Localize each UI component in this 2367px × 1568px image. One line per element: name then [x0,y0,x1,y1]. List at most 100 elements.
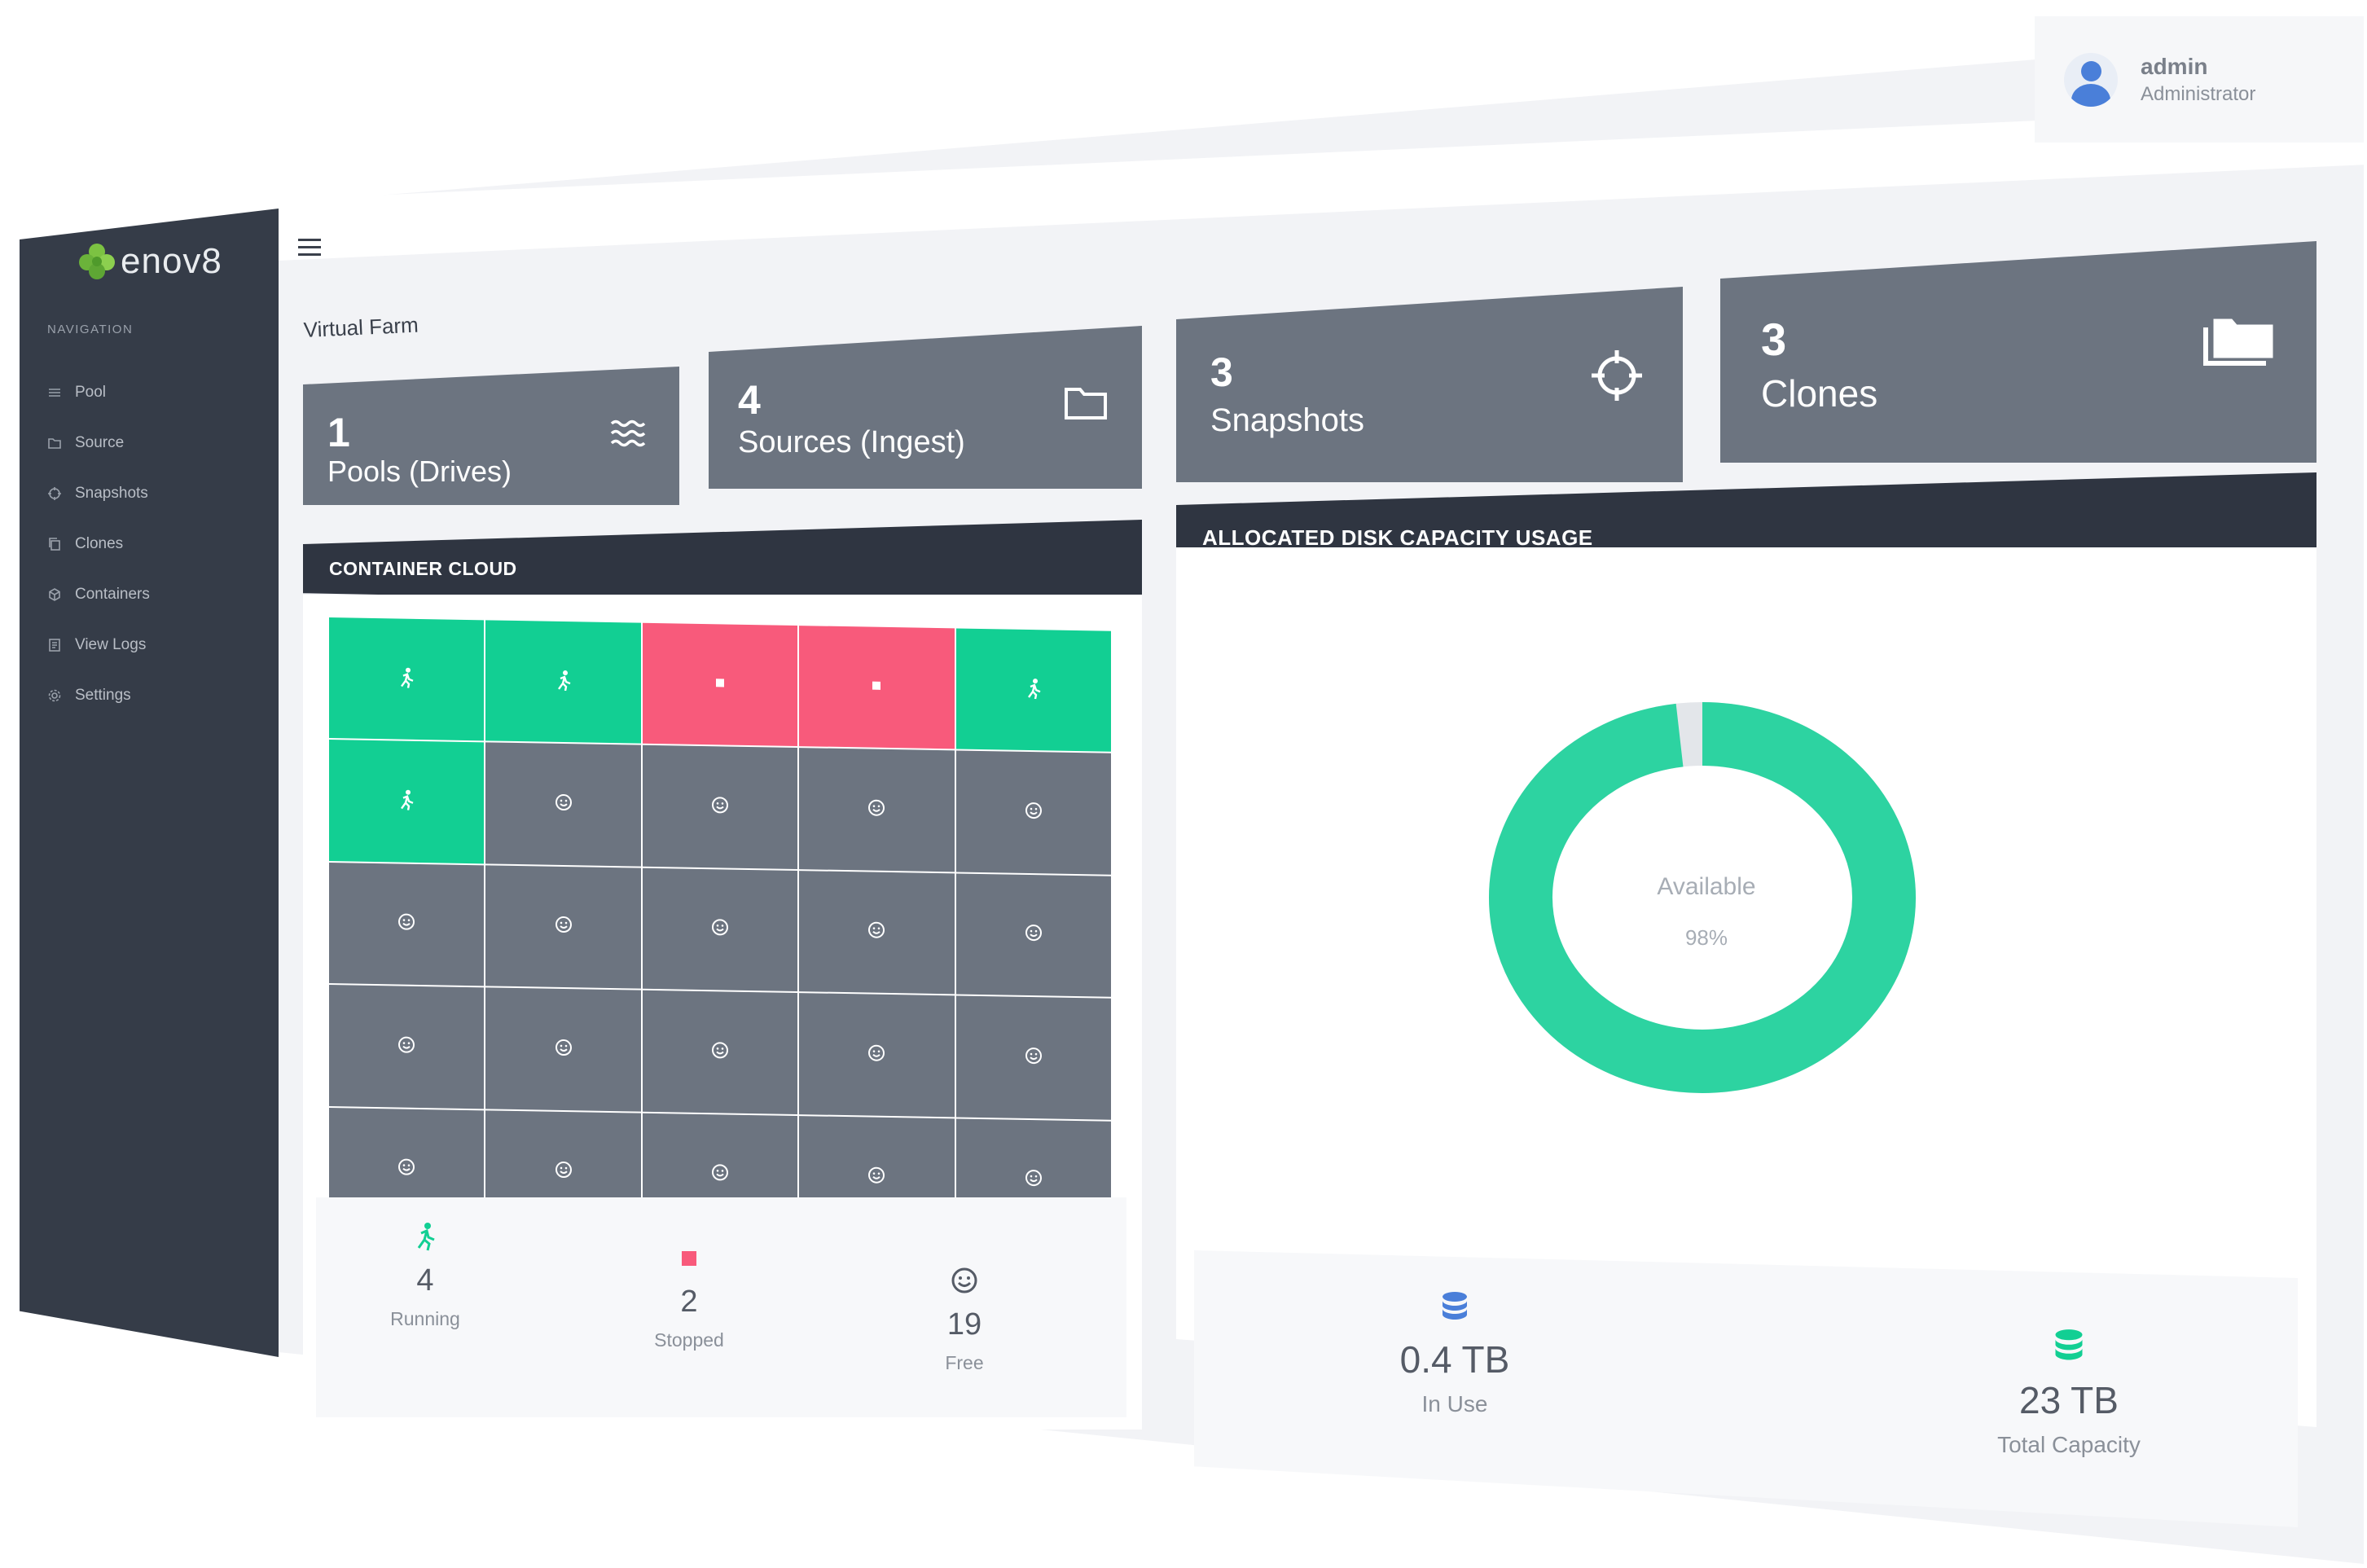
gear-icon [47,688,62,703]
crosshair-icon [47,486,62,501]
stat-value: 1 [327,410,350,455]
container-cell-free[interactable] [799,870,955,995]
sidebar-item-label: Settings [75,687,131,704]
database-icon [2055,1329,2083,1360]
smiley-icon [553,914,574,939]
sidebar-item-label: View Logs [75,636,147,653]
list-icon [47,385,62,400]
folder-icon [47,436,62,450]
stop-icon [682,1251,696,1266]
smiley-icon [866,1165,887,1190]
stat-label: Pools (Drives) [327,455,512,488]
legend-count: 2 [680,1285,698,1319]
container-cell-running[interactable] [329,740,485,864]
log-icon [47,638,62,652]
legend-label: Running [390,1308,460,1329]
stat-card-sources[interactable]: 4 Sources (Ingest) [709,326,1142,489]
database-icon [1443,1292,1467,1320]
smiley-icon [553,1159,574,1184]
container-cell-free[interactable] [799,993,955,1117]
smiley-icon [396,911,417,937]
container-cell-running[interactable] [485,620,641,744]
legend-label: Stopped [654,1329,724,1351]
folders-icon [2201,316,2276,371]
smiley-icon [709,1162,731,1187]
donut-center-label: Available [1657,873,1756,900]
donut-center-value: 98% [1684,925,1728,950]
brand-name: enov8 [121,241,222,281]
folder-icon [1064,384,1108,424]
sidebar-item-view-logs[interactable]: View Logs [47,620,150,670]
container-cell-free[interactable] [642,745,798,869]
running-icon [396,789,417,815]
smiley-icon [1023,800,1044,825]
user-menu[interactable]: admin Administrator [2035,16,2364,143]
panel-title: CONTAINER CLOUD [329,557,517,579]
container-cell-free[interactable] [485,865,641,989]
running-icon [417,1223,435,1251]
container-cell-free[interactable] [642,867,798,992]
capacity-value: 23 TB [2019,1379,2119,1421]
stat-card-snapshots[interactable]: 3 Snapshots [1176,287,1683,482]
smiley-icon [1023,922,1044,947]
smiley-icon [396,1157,417,1182]
sidebar-item-snapshots[interactable]: Snapshots [47,468,150,519]
stat-label: Clones [1761,372,1878,415]
stop-icon [866,674,887,700]
container-cell-running[interactable] [955,628,1111,753]
capacity-label: Total Capacity [1997,1432,2141,1457]
nav-heading: NAVIGATION [47,323,134,336]
smiley-icon [866,797,887,823]
stat-value: 3 [1761,314,1787,365]
smiley-icon [866,920,887,945]
container-cell-free[interactable] [485,987,641,1112]
avatar [2064,52,2118,107]
sidebar-item-settings[interactable]: Settings [47,670,150,721]
sidebar-item-clones[interactable]: Clones [47,519,150,569]
capacity-legend: 0.4 TB In Use 23 TB Total Capacity [1194,1250,2298,1527]
running-icon [1023,678,1044,703]
stat-card-clones[interactable]: 3 Clones [1720,241,2316,463]
smiley-icon [396,1034,417,1059]
stat-card-pools[interactable]: 1 Pools (Drives) [303,367,679,505]
clover-logo-icon [79,244,115,279]
running-icon [553,669,574,694]
copy-icon [47,537,62,551]
legend-count: 19 [946,1307,982,1342]
sidebar-item-label: Pool [75,384,107,401]
legend-free: 19 Free [883,1266,1046,1374]
smiley-icon [709,917,731,942]
brand-logo[interactable]: enov8 [77,241,222,282]
capacity-label: In Use [1421,1391,1488,1416]
sidebar-item-pool[interactable]: Pool [47,367,150,418]
container-cell-free[interactable] [955,750,1111,875]
stat-label: Snapshots [1210,402,1365,438]
waves-icon [609,417,648,454]
legend-label: Free [945,1352,984,1373]
stat-value: 3 [1210,349,1233,395]
sidebar-item-label: Clones [75,535,124,552]
sidebar-item-source[interactable]: Source [47,418,150,468]
container-cell-free[interactable] [642,990,798,1114]
sidebar-item-label: Snapshots [75,485,148,502]
sidebar-item-label: Source [75,434,125,451]
legend-count: 4 [416,1263,434,1298]
smiley-icon [553,792,574,817]
smiley-icon [866,1042,887,1067]
sidebar-item-containers[interactable]: Containers [47,569,150,620]
container-cell-free[interactable] [955,995,1111,1120]
container-cell-running[interactable] [329,617,485,741]
container-cell-stopped[interactable] [642,622,798,747]
user-name: admin [2141,53,2208,79]
container-cell-free[interactable] [329,985,485,1109]
container-cell-stopped[interactable] [799,626,955,749]
container-cell-free[interactable] [955,873,1111,997]
stop-icon [709,672,731,697]
container-cell-free[interactable] [329,862,485,986]
smiley-icon [1023,1167,1044,1192]
menu-toggle-icon[interactable] [298,239,321,257]
crosshair-icon [1590,349,1644,406]
container-cell-free[interactable] [485,742,641,867]
container-cell-free[interactable] [799,748,955,872]
stat-value: 4 [738,377,761,423]
